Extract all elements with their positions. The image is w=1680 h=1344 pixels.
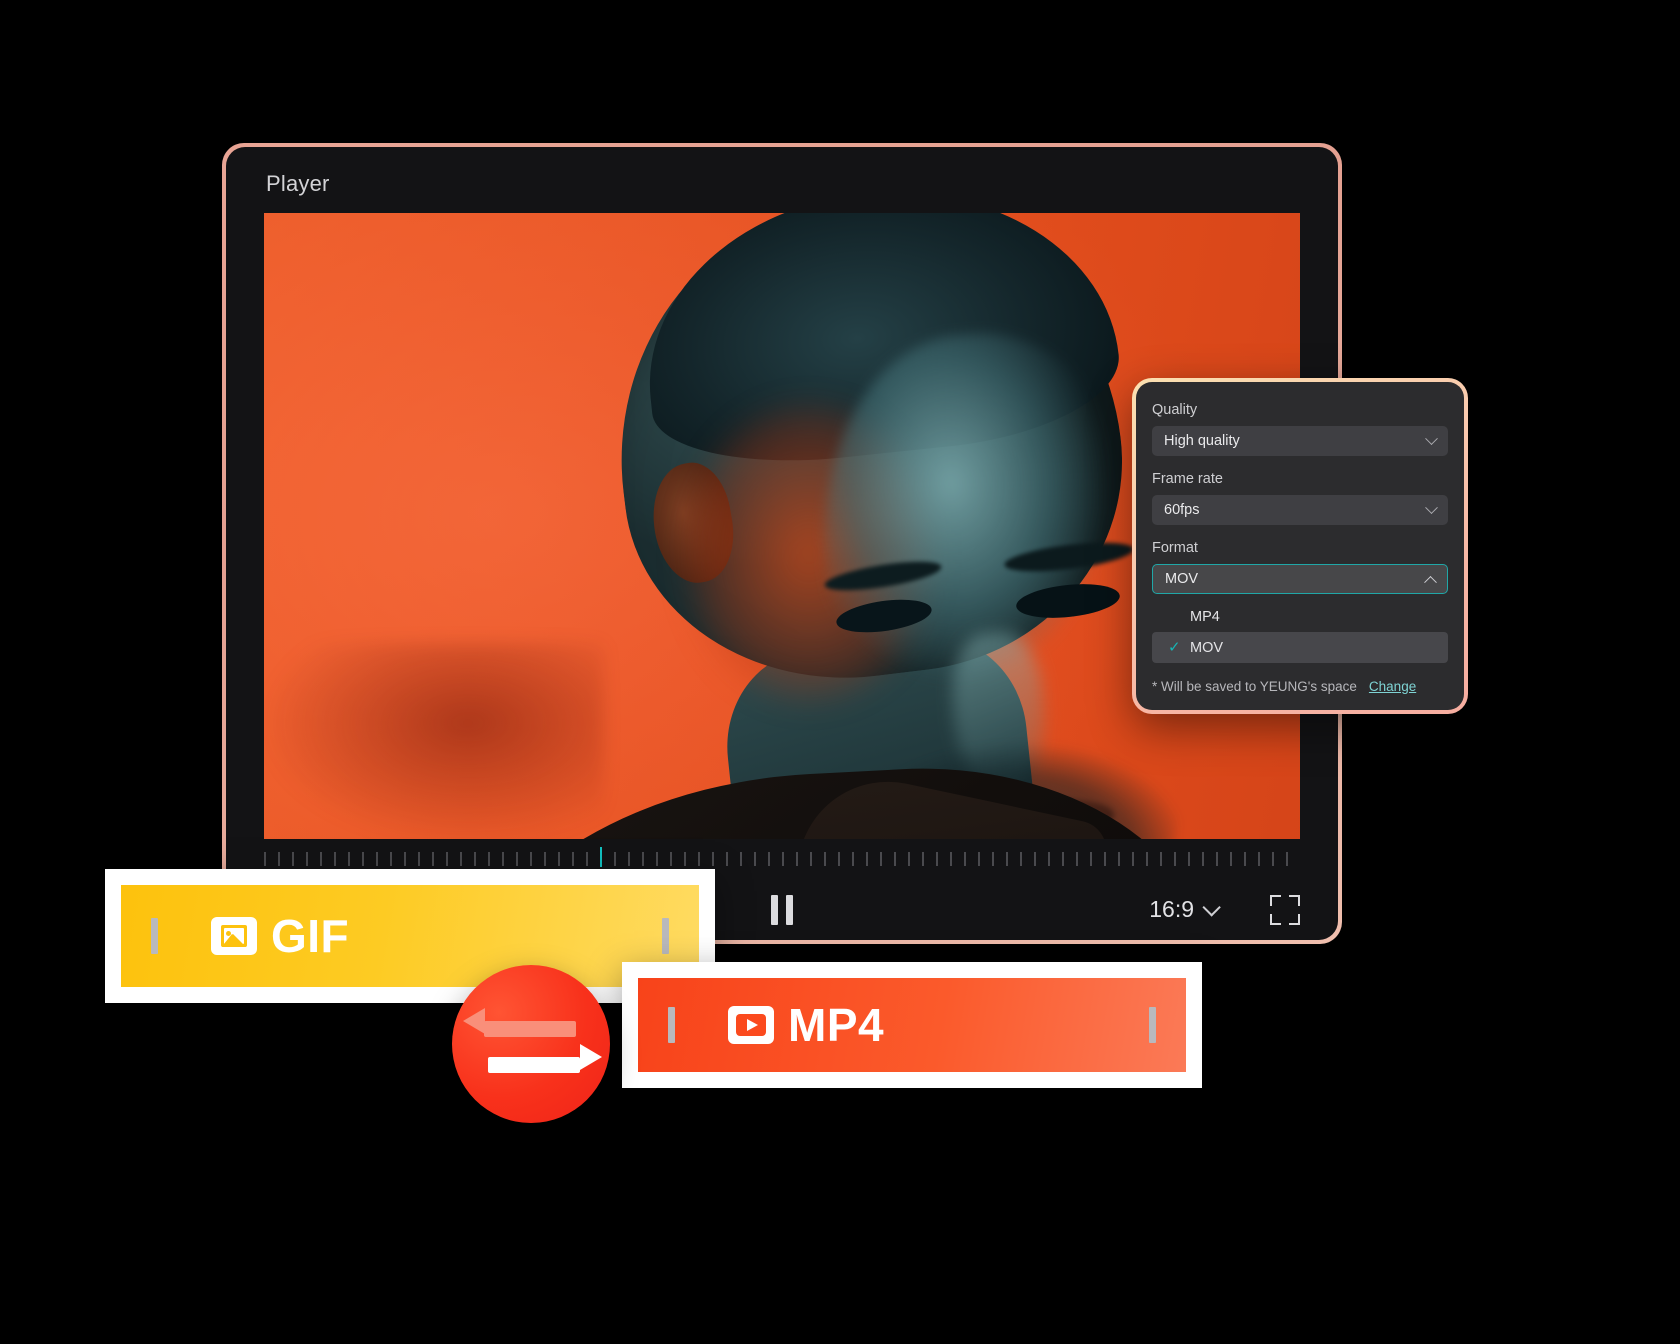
format-dropdown-list: ✓ MP4 ✓ MOV — [1152, 601, 1448, 663]
format-card-gif-fill: GIF — [121, 885, 699, 987]
format-option-mp4[interactable]: ✓ MP4 — [1152, 601, 1448, 632]
format-label: Format — [1152, 540, 1198, 556]
chevron-down-icon — [1202, 898, 1221, 917]
chevron-down-icon — [1425, 431, 1438, 445]
chevron-down-icon — [1425, 500, 1438, 514]
frame-rate-value: 60fps — [1164, 502, 1200, 518]
pause-icon[interactable] — [771, 894, 793, 925]
save-location-note: * Will be saved to YEUNG's space Change — [1152, 679, 1448, 694]
format-card-mp4[interactable]: MP4 — [622, 962, 1202, 1088]
format-card-mp4-inner: MP4 — [668, 978, 1156, 1072]
check-icon: ✓ — [1168, 609, 1180, 624]
handle-right-icon[interactable] — [662, 918, 669, 954]
format-option-label: MP4 — [1190, 608, 1220, 625]
quality-value: High quality — [1164, 433, 1240, 449]
timeline-ticks — [264, 852, 1300, 866]
screenshot-stage: Player 16:9 Quality High quality Frame r… — [0, 0, 1680, 1344]
aspect-ratio-selector[interactable]: 16:9 — [1149, 896, 1221, 923]
handle-left-icon[interactable] — [668, 1007, 675, 1043]
chevron-up-icon — [1424, 575, 1437, 589]
format-card-gif-inner: GIF — [151, 885, 669, 987]
arrow-left-icon — [484, 1021, 576, 1037]
export-settings-panel: Quality High quality Frame rate 60fps Fo… — [1132, 378, 1468, 714]
quality-select[interactable]: High quality — [1152, 426, 1448, 456]
handle-right-icon[interactable] — [1149, 1007, 1156, 1043]
frame-rate-label: Frame rate — [1152, 471, 1223, 487]
swap-formats-button[interactable] — [452, 965, 610, 1123]
frame-rate-select[interactable]: 60fps — [1152, 495, 1448, 525]
save-location-text: * Will be saved to YEUNG's space — [1152, 679, 1357, 694]
format-card-gif-label: GIF — [271, 910, 350, 962]
video-shadow — [264, 643, 604, 839]
timeline-playhead[interactable] — [600, 847, 602, 867]
quality-label: Quality — [1152, 402, 1198, 418]
format-option-label: MOV — [1190, 639, 1224, 656]
aspect-ratio-value: 16:9 — [1149, 896, 1194, 922]
format-card-mp4-fill: MP4 — [638, 978, 1186, 1072]
arrow-right-icon — [488, 1044, 602, 1073]
player-title: Player — [266, 171, 330, 196]
export-settings-body: Quality High quality Frame rate 60fps Fo… — [1136, 382, 1464, 710]
image-icon — [211, 917, 257, 955]
format-option-mov[interactable]: ✓ MOV — [1152, 632, 1448, 663]
format-select[interactable]: MOV — [1152, 564, 1448, 594]
fullscreen-icon[interactable] — [1270, 894, 1300, 925]
video-play-icon — [728, 1006, 774, 1044]
format-value: MOV — [1165, 571, 1199, 587]
change-location-link[interactable]: Change — [1369, 679, 1416, 694]
format-card-mp4-label: MP4 — [788, 999, 885, 1051]
check-icon: ✓ — [1168, 639, 1181, 656]
handle-left-icon[interactable] — [151, 918, 158, 954]
